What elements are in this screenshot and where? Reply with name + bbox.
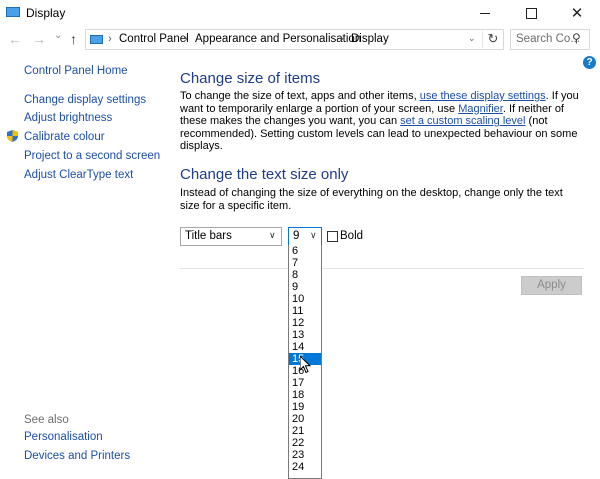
- see-also-label: See also: [24, 414, 69, 426]
- size-description: To change the size of text, apps and oth…: [180, 90, 584, 153]
- breadcrumb-separator-icon: ›: [184, 33, 188, 45]
- up-arrow-icon[interactable]: ↑: [70, 31, 77, 47]
- font-size-option[interactable]: 20: [289, 413, 321, 425]
- section-title-change-size: Change size of items: [180, 70, 321, 87]
- font-size-option[interactable]: 17: [289, 377, 321, 389]
- font-size-option[interactable]: 7: [289, 257, 321, 269]
- font-size-option[interactable]: 6: [289, 245, 321, 257]
- control-panel-icon: [90, 35, 103, 44]
- title-bar: Display ✕: [0, 0, 600, 26]
- apply-button[interactable]: Apply: [521, 276, 582, 295]
- window-title: Display: [26, 6, 66, 20]
- item-select-value: Title bars: [185, 230, 232, 242]
- search-icon[interactable]: ⚲: [572, 31, 581, 45]
- text: To change the size of text, apps and oth…: [180, 90, 420, 102]
- sidebar-item-change-display-settings[interactable]: Change display settings: [24, 94, 146, 106]
- font-size-select[interactable]: 9 ∨: [288, 227, 322, 246]
- uac-shield-icon: [7, 130, 18, 142]
- help-icon[interactable]: ?: [583, 56, 596, 69]
- sidebar-item-adjust-brightness[interactable]: Adjust brightness: [24, 112, 112, 124]
- minimize-button[interactable]: [462, 0, 508, 26]
- font-size-option[interactable]: 18: [289, 389, 321, 401]
- refresh-icon[interactable]: ↻: [482, 31, 503, 48]
- mouse-pointer-icon: [300, 356, 312, 374]
- search-placeholder: Search Co...: [516, 33, 580, 45]
- font-size-option[interactable]: 23: [289, 449, 321, 461]
- close-icon: ✕: [570, 4, 584, 22]
- magnifier-link[interactable]: Magnifier: [458, 103, 503, 115]
- breadcrumb-display[interactable]: Display: [351, 33, 389, 45]
- sidebar-item-adjust-cleartype[interactable]: Adjust ClearType text: [24, 169, 133, 181]
- text-size-description: Instead of changing the size of everythi…: [180, 187, 563, 212]
- breadcrumb-appearance[interactable]: Appearance and Personalisation: [195, 33, 361, 45]
- font-size-option[interactable]: 9: [289, 281, 321, 293]
- font-size-option[interactable]: 12: [289, 317, 321, 329]
- font-size-option[interactable]: 13: [289, 329, 321, 341]
- see-also-devices-printers[interactable]: Devices and Printers: [24, 450, 130, 462]
- see-also-personalisation[interactable]: Personalisation: [24, 431, 103, 443]
- item-select[interactable]: Title bars ∨: [180, 227, 282, 246]
- address-bar[interactable]: › Control Panel › Appearance and Persona…: [85, 29, 504, 50]
- bold-checkbox[interactable]: [327, 231, 338, 242]
- sidebar-item-project-second-screen[interactable]: Project to a second screen: [24, 150, 160, 162]
- navigation-bar: ← → ⌄ ↑ › Control Panel › Appearance and…: [0, 26, 600, 54]
- section-title-text-size: Change the text size only: [180, 166, 349, 183]
- font-size-select-value: 9: [293, 230, 300, 242]
- close-button[interactable]: ✕: [554, 0, 600, 26]
- search-input[interactable]: Search Co... ⚲: [510, 29, 590, 50]
- bold-label: Bold: [340, 230, 364, 242]
- font-size-option[interactable]: 19: [289, 401, 321, 413]
- breadcrumb-separator-icon: ›: [340, 33, 344, 45]
- font-size-option[interactable]: 24: [289, 461, 321, 473]
- divider: [180, 268, 584, 269]
- breadcrumb-separator-icon: ›: [108, 33, 112, 45]
- forward-arrow-icon[interactable]: →: [32, 31, 46, 47]
- chevron-down-icon: ∨: [269, 230, 276, 240]
- address-dropdown-icon[interactable]: ⌄: [468, 33, 476, 44]
- maximize-icon: [525, 7, 537, 19]
- back-arrow-icon[interactable]: ←: [8, 31, 22, 47]
- font-size-option[interactable]: 14: [289, 341, 321, 353]
- custom-scaling-link[interactable]: set a custom scaling level: [400, 115, 525, 127]
- recent-locations-chevron-icon[interactable]: ⌄: [54, 30, 62, 41]
- chevron-down-icon: ∨: [310, 230, 317, 240]
- sidebar-item-calibrate-colour[interactable]: Calibrate colour: [24, 131, 105, 143]
- display-app-icon: [6, 7, 20, 17]
- breadcrumb-control-panel[interactable]: Control Panel: [119, 33, 189, 45]
- minimize-icon: [480, 12, 490, 14]
- display-settings-link[interactable]: use these display settings: [420, 90, 546, 102]
- font-size-option[interactable]: 21: [289, 425, 321, 437]
- font-size-option[interactable]: 8: [289, 269, 321, 281]
- font-size-option[interactable]: 11: [289, 305, 321, 317]
- maximize-button[interactable]: [508, 0, 554, 26]
- font-size-option[interactable]: 10: [289, 293, 321, 305]
- font-size-option[interactable]: 22: [289, 437, 321, 449]
- sidebar-control-panel-home[interactable]: Control Panel Home: [24, 65, 128, 77]
